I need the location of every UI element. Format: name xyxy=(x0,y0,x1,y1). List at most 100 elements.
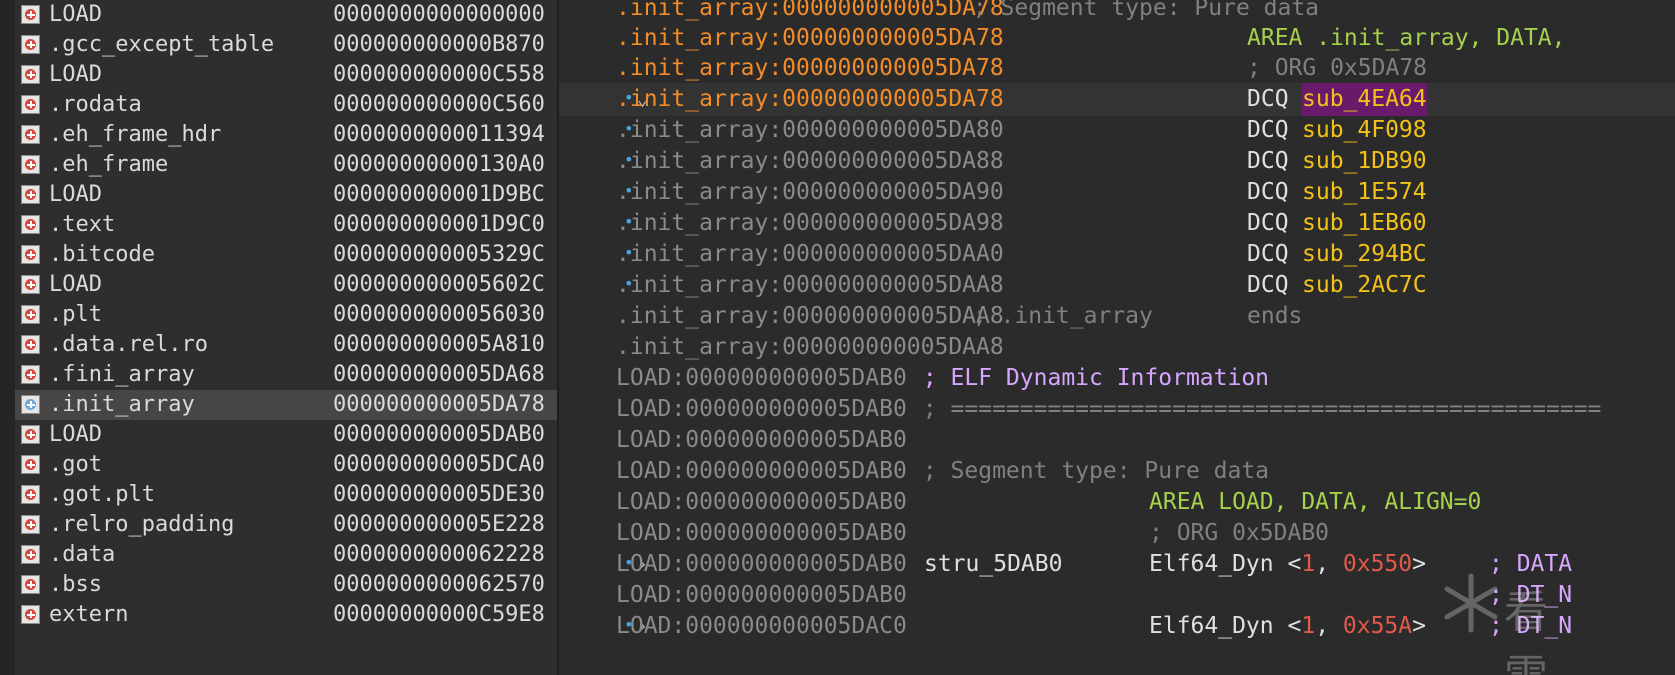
line-operand-sub[interactable]: sub_4F098 xyxy=(1302,114,1427,147)
segments-panel: LOAD 0000000000000000 .gcc_except_table 000… xyxy=(0,0,557,675)
segment-start-address: 0000000000000000 xyxy=(333,2,545,27)
segment-row[interactable]: .data 0000000000062228 xyxy=(15,540,557,570)
line-directive: AREA LOAD, DATA, ALIGN=0 xyxy=(1149,489,1482,515)
segments-list: LOAD 0000000000000000 .gcc_except_table 000… xyxy=(15,0,557,630)
segment-row[interactable]: .eh_frame 00000000000130A0 xyxy=(15,150,557,180)
disasm-line[interactable]: .init_array:000000000005DAA8 xyxy=(559,331,1675,364)
segment-name: .data.rel.ro xyxy=(49,332,208,357)
line-mnemonic: DCQ xyxy=(1247,272,1289,298)
segment-row[interactable]: .text 000000000001D9C0 xyxy=(15,210,557,240)
disasm-line[interactable]: LOAD:000000000005DAB0 ; ORG 0x5DAB0 xyxy=(559,517,1675,550)
segment-name: .got xyxy=(49,452,102,477)
line-label[interactable]: stru_5DAB0 xyxy=(924,548,1062,581)
segment-start-address: 00000000000130A0 xyxy=(333,152,545,177)
disasm-line[interactable]: .init_array:000000000005DA78 AREA .init_… xyxy=(559,22,1675,55)
struct-type: Elf64_Dyn < xyxy=(1149,551,1302,577)
segment-start-address: 0000000000011394 xyxy=(333,122,545,147)
disasm-line[interactable]: • .init_array:000000000005DA98 DCQ sub_1… xyxy=(559,207,1675,240)
segment-name: .data xyxy=(49,542,116,567)
segment-row[interactable]: .fini_array 000000000005DA68 xyxy=(15,360,557,390)
line-struct-value: Elf64_Dyn <1, 0x55A> xyxy=(1149,610,1426,643)
segment-icon xyxy=(21,185,40,204)
segment-start-address: 000000000005DA68 xyxy=(333,362,545,387)
struct-field-1: 1 xyxy=(1301,551,1316,577)
line-comment: ; ORG 0x5DA78 xyxy=(1247,55,1428,81)
segment-row[interactable]: .got 000000000005DCA0 xyxy=(15,450,557,480)
disasm-line[interactable]: LOAD:000000000005DAB0 ; ================… xyxy=(559,393,1675,426)
segment-row[interactable]: .bitcode 000000000005329C xyxy=(15,240,557,270)
segment-start-address: 000000000005329C xyxy=(333,242,545,267)
line-comment-header: ; ELF Dynamic Information xyxy=(909,365,1270,391)
disasm-line-current[interactable]: • ⌄ .init_array:000000000005DA78 DCQ sub… xyxy=(559,83,1675,116)
line-operand-sub[interactable]: sub_1DB90 xyxy=(1302,145,1427,178)
segment-start-address: 0000000000062570 xyxy=(333,572,545,597)
segment-row[interactable]: LOAD 000000000000C558 xyxy=(15,60,557,90)
line-mnemonic: DCQ xyxy=(1247,210,1289,236)
disasm-line[interactable]: • .init_array:000000000005DAA8 DCQ sub_2… xyxy=(559,269,1675,302)
segment-row[interactable]: LOAD 000000000001D9BC xyxy=(15,180,557,210)
line-address: LOAD:000000000005DAB0 xyxy=(616,582,907,608)
disasm-line[interactable]: .init_array:000000000005DA78 ; ORG 0x5DA… xyxy=(559,52,1675,85)
struct-type: Elf64_Dyn < xyxy=(1149,613,1302,639)
segment-name: .text xyxy=(49,212,116,237)
segment-row[interactable]: .got.plt 000000000005DE30 xyxy=(15,480,557,510)
segment-row[interactable]: LOAD 000000000005DAB0 xyxy=(15,420,557,450)
segment-row[interactable]: LOAD 000000000005602C xyxy=(15,270,557,300)
segment-row[interactable]: .bss 0000000000062570 xyxy=(15,570,557,600)
segment-name: LOAD xyxy=(49,182,102,207)
segment-start-address: 000000000005DA78 xyxy=(333,392,545,417)
disasm-line[interactable]: • .init_array:000000000005DAA0 DCQ sub_2… xyxy=(559,238,1675,271)
disasm-line[interactable]: LOAD:000000000005DAB0 AREA LOAD, DATA, A… xyxy=(559,486,1675,519)
segment-icon xyxy=(21,275,40,294)
segment-start-address: 000000000000C558 xyxy=(333,62,545,87)
line-address: .init_array:000000000005DA78 xyxy=(616,25,1004,51)
segment-row[interactable]: .eh_frame_hdr 0000000000011394 xyxy=(15,120,557,150)
line-address: LOAD:000000000005DAB0 xyxy=(616,458,907,484)
disasm-line[interactable]: • .init_array:000000000005DA90 DCQ sub_1… xyxy=(559,176,1675,209)
disasm-line[interactable]: LOAD:000000000005DAB0 ; ELF Dynamic Info… xyxy=(559,362,1675,395)
segment-icon xyxy=(21,545,40,564)
segment-name: .got.plt xyxy=(49,482,155,507)
line-address: .init_array:000000000005DA80 xyxy=(616,117,1004,143)
disasm-line[interactable]: • .init_array:000000000005DA80 DCQ sub_4… xyxy=(559,114,1675,147)
line-address: .init_array:000000000005DAA8 xyxy=(616,303,1004,329)
segment-start-address: 0000000000056030 xyxy=(333,302,545,327)
segment-row[interactable]: .plt 0000000000056030 xyxy=(15,300,557,330)
disasm-line[interactable]: LOAD:000000000005DAB0 ; Segment type: Pu… xyxy=(559,455,1675,488)
line-operand-sub[interactable]: sub_1EB60 xyxy=(1302,207,1427,240)
segment-icon xyxy=(21,95,40,114)
segment-start-address: 000000000001D9BC xyxy=(333,182,545,207)
segment-name: LOAD xyxy=(49,62,102,87)
segment-row[interactable]: .data.rel.ro 000000000005A810 xyxy=(15,330,557,360)
line-address: LOAD:000000000005DAB0 xyxy=(616,551,907,577)
segment-name: LOAD xyxy=(49,272,102,297)
segment-name: LOAD xyxy=(49,2,102,27)
watermark: 看雪 xyxy=(1440,572,1590,675)
line-comment: ; ======================================… xyxy=(909,396,1602,422)
disasm-line[interactable]: LOAD:000000000005DAB0 xyxy=(559,424,1675,457)
watermark-text: 看雪 xyxy=(1504,587,1548,675)
segment-icon xyxy=(21,485,40,504)
line-operand-sub[interactable]: sub_4EA64 xyxy=(1302,83,1427,116)
segment-row[interactable]: extern 00000000000C59E8 xyxy=(15,600,557,630)
segment-start-address: 000000000005DE30 xyxy=(333,482,545,507)
line-comment: ; .init_array xyxy=(959,303,1153,329)
segments-gutter xyxy=(0,0,15,675)
struct-field-2: 0x550 xyxy=(1342,551,1413,577)
disassembly-view[interactable]: .init_array:000000000005DA78 ; Segment t… xyxy=(559,0,1675,675)
segment-row[interactable]: .init_array 000000000005DA78 xyxy=(15,390,557,420)
line-mnemonic: DCQ xyxy=(1247,241,1289,267)
line-operand-sub[interactable]: sub_294BC xyxy=(1302,238,1427,271)
line-operand-sub[interactable]: sub_2AC7C xyxy=(1302,269,1427,302)
segment-row[interactable]: .relro_padding 000000000005E228 xyxy=(15,510,557,540)
segment-row[interactable]: .rodata 000000000000C560 xyxy=(15,90,557,120)
line-directive: AREA .init_array, DATA, xyxy=(1247,25,1566,51)
segment-row[interactable]: LOAD 0000000000000000 xyxy=(15,0,557,30)
struct-field-2: 0x55A xyxy=(1342,613,1413,639)
line-address: LOAD:000000000005DAC0 xyxy=(616,613,907,639)
disasm-line[interactable]: • .init_array:000000000005DA88 DCQ sub_1… xyxy=(559,145,1675,178)
line-operand-sub[interactable]: sub_1E574 xyxy=(1302,176,1427,209)
segment-row[interactable]: .gcc_except_table 000000000000B870 xyxy=(15,30,557,60)
line-comment: ; Segment type: Pure data xyxy=(909,458,1270,484)
disasm-line[interactable]: .init_array:000000000005DAA8 ; .init_arr… xyxy=(559,300,1675,333)
